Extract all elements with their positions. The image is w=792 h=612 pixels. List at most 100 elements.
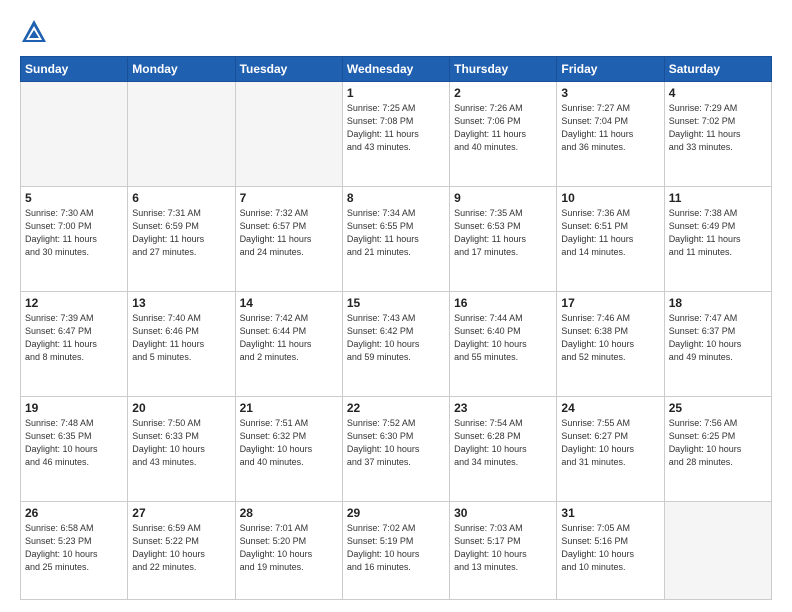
- calendar-cell: 22 Sunrise: 7:52 AMSunset: 6:30 PMDayligh…: [342, 397, 449, 502]
- day-info: Sunrise: 7:05 AMSunset: 5:16 PMDaylight:…: [561, 522, 659, 574]
- calendar-cell: 14 Sunrise: 7:42 AMSunset: 6:44 PMDayligh…: [235, 292, 342, 397]
- day-number: 26: [25, 506, 123, 520]
- calendar-table: SundayMondayTuesdayWednesdayThursdayFrid…: [20, 56, 772, 600]
- calendar-cell: 2 Sunrise: 7:26 AMSunset: 7:06 PMDaylight…: [450, 82, 557, 187]
- day-number: 24: [561, 401, 659, 415]
- page: SundayMondayTuesdayWednesdayThursdayFrid…: [0, 0, 792, 612]
- day-number: 22: [347, 401, 445, 415]
- day-number: 16: [454, 296, 552, 310]
- calendar-cell: [21, 82, 128, 187]
- day-number: 13: [132, 296, 230, 310]
- day-number: 25: [669, 401, 767, 415]
- day-info: Sunrise: 7:52 AMSunset: 6:30 PMDaylight:…: [347, 417, 445, 469]
- day-number: 8: [347, 191, 445, 205]
- calendar-cell: 13 Sunrise: 7:40 AMSunset: 6:46 PMDayligh…: [128, 292, 235, 397]
- calendar-cell: 30 Sunrise: 7:03 AMSunset: 5:17 PMDayligh…: [450, 502, 557, 600]
- calendar-cell: [235, 82, 342, 187]
- header: [20, 18, 772, 46]
- day-info: Sunrise: 7:46 AMSunset: 6:38 PMDaylight:…: [561, 312, 659, 364]
- calendar-cell: 16 Sunrise: 7:44 AMSunset: 6:40 PMDayligh…: [450, 292, 557, 397]
- calendar-cell: 5Sunrise: 7:30 AMSunset: 7:00 PMDaylight…: [21, 187, 128, 292]
- calendar-cell: 31 Sunrise: 7:05 AMSunset: 5:16 PMDayligh…: [557, 502, 664, 600]
- calendar-cell: 1 Sunrise: 7:25 AMSunset: 7:08 PMDaylight…: [342, 82, 449, 187]
- day-number: 5: [25, 191, 123, 205]
- calendar-cell: 7Sunrise: 7:32 AMSunset: 6:57 PMDaylight…: [235, 187, 342, 292]
- day-info: Sunrise: 7:34 AMSunset: 6:55 PMDaylight:…: [347, 207, 445, 259]
- calendar-cell: 15Sunrise: 7:43 AMSunset: 6:42 PMDayligh…: [342, 292, 449, 397]
- day-info: Sunrise: 7:56 AMSunset: 6:25 PMDaylight:…: [669, 417, 767, 469]
- weekday-header-tuesday: Tuesday: [235, 57, 342, 82]
- day-info: Sunrise: 7:01 AMSunset: 5:20 PMDaylight:…: [240, 522, 338, 574]
- day-number: 20: [132, 401, 230, 415]
- day-number: 11: [669, 191, 767, 205]
- day-number: 2: [454, 86, 552, 100]
- calendar-cell: 9 Sunrise: 7:35 AMSunset: 6:53 PMDaylight…: [450, 187, 557, 292]
- weekday-header-wednesday: Wednesday: [342, 57, 449, 82]
- day-info: Sunrise: 7:03 AMSunset: 5:17 PMDaylight:…: [454, 522, 552, 574]
- weekday-header-row: SundayMondayTuesdayWednesdayThursdayFrid…: [21, 57, 772, 82]
- calendar-cell: 29 Sunrise: 7:02 AMSunset: 5:19 PMDayligh…: [342, 502, 449, 600]
- weekday-header-thursday: Thursday: [450, 57, 557, 82]
- day-number: 1: [347, 86, 445, 100]
- day-info: Sunrise: 7:26 AMSunset: 7:06 PMDaylight:…: [454, 102, 552, 154]
- day-info: Sunrise: 6:59 AMSunset: 5:22 PMDaylight:…: [132, 522, 230, 574]
- day-number: 17: [561, 296, 659, 310]
- calendar-cell: 24 Sunrise: 7:55 AMSunset: 6:27 PMDayligh…: [557, 397, 664, 502]
- day-info: Sunrise: 7:36 AMSunset: 6:51 PMDaylight:…: [561, 207, 659, 259]
- calendar-cell: 26 Sunrise: 6:58 AMSunset: 5:23 PMDayligh…: [21, 502, 128, 600]
- day-number: 4: [669, 86, 767, 100]
- calendar-cell: 21 Sunrise: 7:51 AMSunset: 6:32 PMDayligh…: [235, 397, 342, 502]
- day-info: Sunrise: 7:39 AMSunset: 6:47 PMDaylight:…: [25, 312, 123, 364]
- day-number: 6: [132, 191, 230, 205]
- calendar-cell: 4Sunrise: 7:29 AMSunset: 7:02 PMDaylight…: [664, 82, 771, 187]
- calendar-cell: 19 Sunrise: 7:48 AMSunset: 6:35 PMDayligh…: [21, 397, 128, 502]
- day-info: Sunrise: 6:58 AMSunset: 5:23 PMDaylight:…: [25, 522, 123, 574]
- day-number: 10: [561, 191, 659, 205]
- day-info: Sunrise: 7:44 AMSunset: 6:40 PMDaylight:…: [454, 312, 552, 364]
- day-number: 23: [454, 401, 552, 415]
- calendar-cell: 28 Sunrise: 7:01 AMSunset: 5:20 PMDayligh…: [235, 502, 342, 600]
- day-number: 3: [561, 86, 659, 100]
- day-number: 28: [240, 506, 338, 520]
- day-number: 18: [669, 296, 767, 310]
- day-info: Sunrise: 7:40 AMSunset: 6:46 PMDaylight:…: [132, 312, 230, 364]
- calendar-cell: 12Sunrise: 7:39 AMSunset: 6:47 PMDayligh…: [21, 292, 128, 397]
- day-number: 9: [454, 191, 552, 205]
- day-number: 29: [347, 506, 445, 520]
- day-number: 31: [561, 506, 659, 520]
- day-info: Sunrise: 7:51 AMSunset: 6:32 PMDaylight:…: [240, 417, 338, 469]
- calendar-cell: 25 Sunrise: 7:56 AMSunset: 6:25 PMDayligh…: [664, 397, 771, 502]
- day-info: Sunrise: 7:42 AMSunset: 6:44 PMDaylight:…: [240, 312, 338, 364]
- day-info: Sunrise: 7:25 AMSunset: 7:08 PMDaylight:…: [347, 102, 445, 154]
- day-number: 15: [347, 296, 445, 310]
- logo: [20, 18, 52, 46]
- day-number: 30: [454, 506, 552, 520]
- calendar-cell: 8 Sunrise: 7:34 AMSunset: 6:55 PMDaylight…: [342, 187, 449, 292]
- day-number: 21: [240, 401, 338, 415]
- day-info: Sunrise: 7:50 AMSunset: 6:33 PMDaylight:…: [132, 417, 230, 469]
- day-info: Sunrise: 7:02 AMSunset: 5:19 PMDaylight:…: [347, 522, 445, 574]
- calendar-cell: [664, 502, 771, 600]
- calendar-cell: [128, 82, 235, 187]
- day-number: 14: [240, 296, 338, 310]
- day-number: 7: [240, 191, 338, 205]
- day-info: Sunrise: 7:35 AMSunset: 6:53 PMDaylight:…: [454, 207, 552, 259]
- week-row-1: 1 Sunrise: 7:25 AMSunset: 7:08 PMDaylight…: [21, 82, 772, 187]
- week-row-5: 26 Sunrise: 6:58 AMSunset: 5:23 PMDayligh…: [21, 502, 772, 600]
- week-row-2: 5Sunrise: 7:30 AMSunset: 7:00 PMDaylight…: [21, 187, 772, 292]
- day-info: Sunrise: 7:47 AMSunset: 6:37 PMDaylight:…: [669, 312, 767, 364]
- week-row-4: 19 Sunrise: 7:48 AMSunset: 6:35 PMDayligh…: [21, 397, 772, 502]
- day-number: 19: [25, 401, 123, 415]
- calendar-cell: 11Sunrise: 7:38 AMSunset: 6:49 PMDayligh…: [664, 187, 771, 292]
- logo-icon: [20, 18, 48, 46]
- day-info: Sunrise: 7:48 AMSunset: 6:35 PMDaylight:…: [25, 417, 123, 469]
- day-info: Sunrise: 7:55 AMSunset: 6:27 PMDaylight:…: [561, 417, 659, 469]
- day-info: Sunrise: 7:31 AMSunset: 6:59 PMDaylight:…: [132, 207, 230, 259]
- calendar-cell: 10 Sunrise: 7:36 AMSunset: 6:51 PMDayligh…: [557, 187, 664, 292]
- week-row-3: 12Sunrise: 7:39 AMSunset: 6:47 PMDayligh…: [21, 292, 772, 397]
- weekday-header-friday: Friday: [557, 57, 664, 82]
- calendar-cell: 6 Sunrise: 7:31 AMSunset: 6:59 PMDaylight…: [128, 187, 235, 292]
- weekday-header-sunday: Sunday: [21, 57, 128, 82]
- calendar-cell: 23Sunrise: 7:54 AMSunset: 6:28 PMDayligh…: [450, 397, 557, 502]
- calendar-cell: 17 Sunrise: 7:46 AMSunset: 6:38 PMDayligh…: [557, 292, 664, 397]
